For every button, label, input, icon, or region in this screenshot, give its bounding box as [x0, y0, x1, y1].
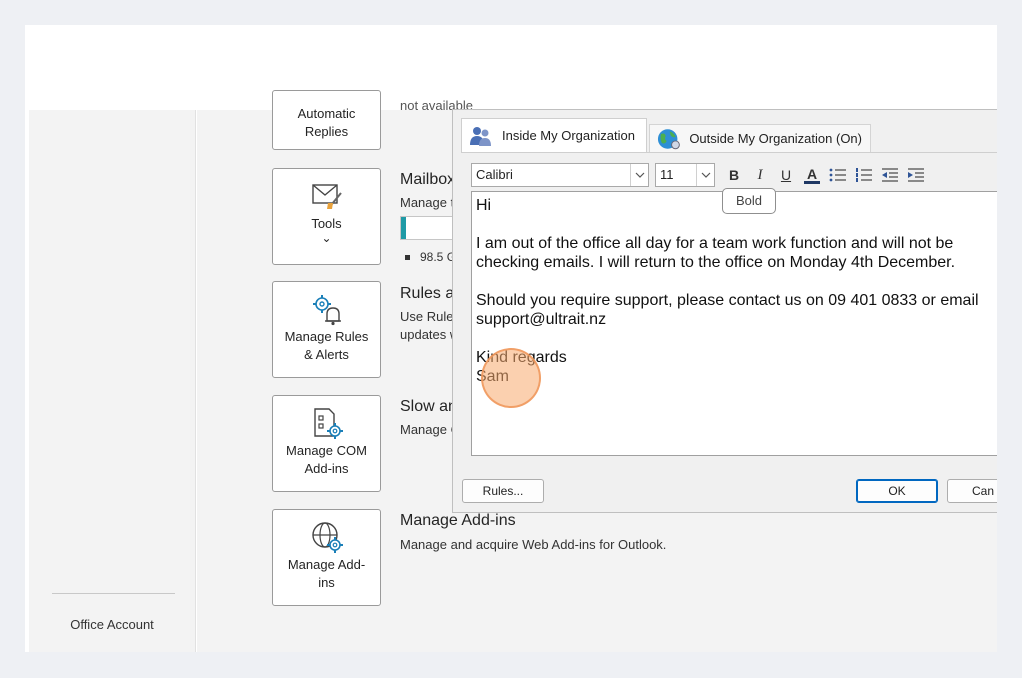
- nav-separator: [52, 593, 175, 594]
- message-line: Sam: [476, 367, 997, 387]
- tab-inside-organization[interactable]: Inside My Organization: [461, 118, 647, 152]
- tab-inside-label: Inside My Organization: [502, 128, 635, 143]
- bullets-icon: [829, 168, 846, 182]
- tab-outside-label: Outside My Organization (On): [689, 131, 862, 146]
- font-color-bar: [804, 180, 820, 184]
- manage-com-tile[interactable]: Manage COM Add-ins: [272, 395, 381, 492]
- manage-com-label: Manage COM Add-ins: [286, 443, 367, 476]
- font-color-button[interactable]: A: [799, 163, 825, 187]
- nav-item-office-account[interactable]: Office Account: [29, 617, 195, 632]
- bold-tooltip: Bold: [722, 188, 776, 214]
- bold-button[interactable]: B: [721, 163, 747, 187]
- ok-button[interactable]: OK: [856, 479, 938, 503]
- globe-gear-icon: [311, 522, 343, 553]
- message-line: I am out of the office all day for a tea…: [476, 234, 954, 252]
- increase-indent-icon: [908, 168, 924, 182]
- bullet-icon: [405, 255, 410, 261]
- manage-addins-title: Manage Add-ins: [400, 512, 516, 529]
- message-line: Should you require support, please conta…: [476, 291, 979, 309]
- tools-tile[interactable]: Tools ⌄: [272, 168, 381, 265]
- chevron-down-icon: ⌄: [321, 231, 332, 245]
- decrease-indent-icon: [882, 168, 898, 182]
- cancel-button[interactable]: Can: [947, 479, 997, 503]
- bullets-button[interactable]: [825, 163, 851, 187]
- chevron-down-icon[interactable]: [696, 164, 714, 186]
- message-line: support@ultrait.nz: [476, 311, 607, 328]
- decrease-indent-button[interactable]: [877, 163, 903, 187]
- click-highlight: [481, 348, 541, 408]
- numbering-icon: [856, 168, 872, 182]
- mailbox-usage-fill: [401, 217, 407, 239]
- font-name-value: Calibri: [476, 167, 513, 182]
- italic-button[interactable]: I: [747, 163, 773, 187]
- message-line: Kind regards: [476, 348, 567, 366]
- font-color-label: A: [806, 165, 818, 182]
- formatting-toolbar: Calibri 11 B I U A: [471, 163, 929, 187]
- tab-outside-organization[interactable]: Outside My Organization (On): [649, 124, 871, 152]
- left-navigation: Office Account: [29, 110, 196, 652]
- increase-indent-button[interactable]: [903, 163, 929, 187]
- message-line: checking emails. I will return to the of…: [476, 254, 956, 271]
- mail-brush-icon: [311, 184, 342, 209]
- rules-button[interactable]: Rules...: [462, 479, 544, 503]
- manage-addins-label: Manage Add-ins: [287, 557, 366, 590]
- automatic-replies-label: Automatic Replies: [297, 106, 356, 139]
- document-gear-icon: [313, 408, 343, 439]
- manage-rules-label: Manage Rules & Alerts: [284, 329, 369, 362]
- underline-button[interactable]: U: [773, 163, 799, 187]
- numbering-button[interactable]: [851, 163, 877, 187]
- chevron-down-icon[interactable]: [630, 164, 648, 186]
- automatic-replies-dialog: Inside My Organization Outside My Organi…: [452, 109, 997, 513]
- globe-icon: [657, 128, 680, 149]
- tab-divider: [461, 152, 997, 153]
- gear-bell-icon: [312, 295, 341, 326]
- automatic-replies-tile[interactable]: Automatic Replies: [272, 90, 381, 150]
- font-name-select[interactable]: Calibri: [471, 163, 649, 187]
- top-blank-area: [25, 25, 997, 110]
- users-icon: [470, 126, 491, 146]
- manage-addins-desc: Manage and acquire Web Add-ins for Outlo…: [400, 537, 667, 552]
- manage-addins-tile[interactable]: Manage Add-ins: [272, 509, 381, 606]
- manage-rules-tile[interactable]: Manage Rules & Alerts: [272, 281, 381, 378]
- font-size-value: 11: [660, 167, 674, 182]
- reply-message-editor[interactable]: Hi I am out of the office all day for a …: [471, 191, 997, 456]
- font-size-select[interactable]: 11: [655, 163, 715, 187]
